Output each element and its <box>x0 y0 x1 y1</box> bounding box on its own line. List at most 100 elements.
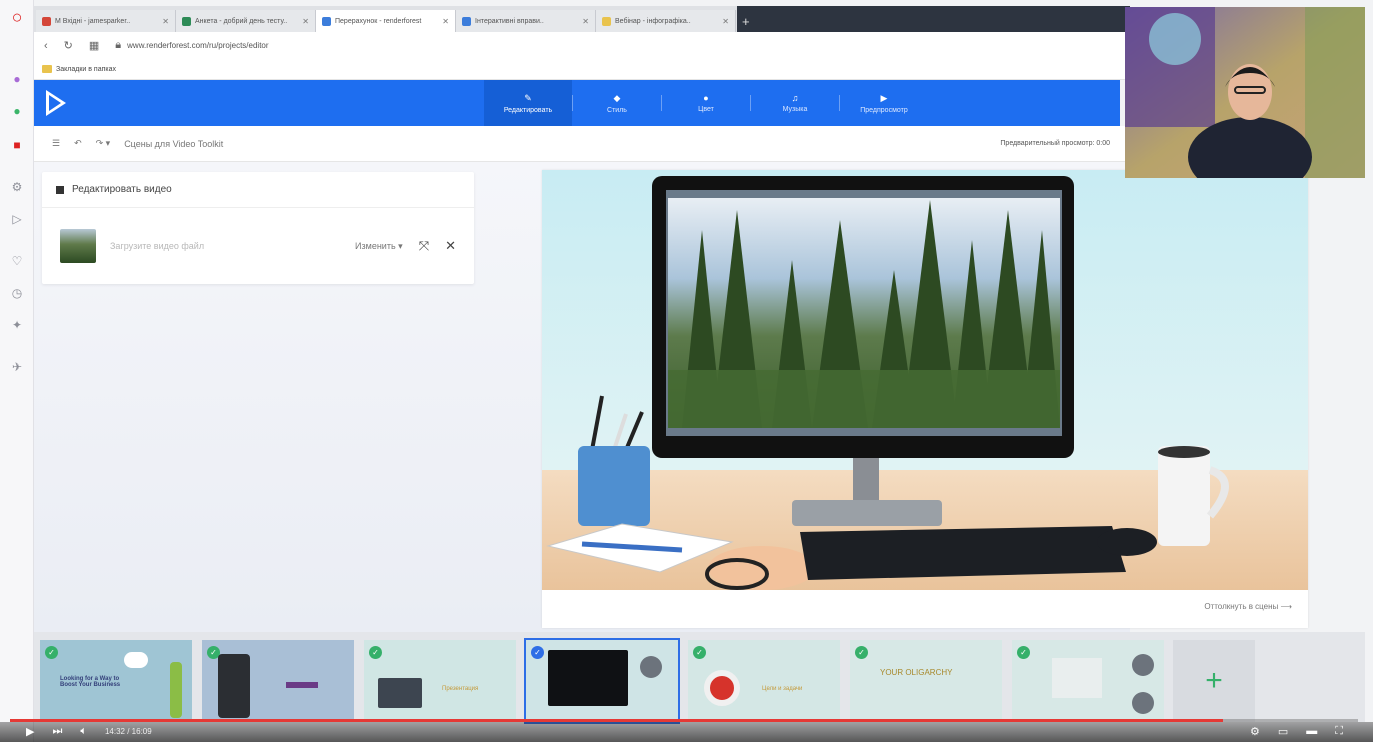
miniplayer-icon[interactable]: ▭ <box>1278 725 1288 738</box>
close-icon[interactable]: ✕ <box>445 238 456 254</box>
mug-coffee <box>1158 446 1210 458</box>
play-icon[interactable]: ▶ <box>26 725 34 738</box>
step-color[interactable]: ● Цвет <box>662 80 750 126</box>
menu-icon[interactable]: ☰ <box>52 138 60 149</box>
gmail-icon <box>42 16 51 26</box>
scene-preview: Оттолкнуть в сцены <box>542 170 1308 628</box>
step-label: Предпросмотр <box>860 106 908 114</box>
settings-icon[interactable]: ⚙ <box>1250 725 1260 738</box>
pencil-icon: ✎ <box>524 92 532 103</box>
next-icon[interactable]: ⏭ <box>52 725 62 738</box>
download-icon[interactable] <box>1132 692 1154 714</box>
add-scene-button[interactable]: + <box>1173 640 1255 722</box>
filename-field[interactable]: Загрузите видео файл <box>110 241 204 251</box>
whatsapp-icon[interactable]: ● <box>8 102 26 120</box>
messenger-icon[interactable]: ● <box>8 70 26 88</box>
settings-icon[interactable]: ⚙ <box>8 178 26 196</box>
pencil-cup <box>578 446 650 526</box>
webcam-overlay <box>1125 7 1365 178</box>
bookmark-icon[interactable]: ■ <box>8 136 26 154</box>
crop-icon[interactable]: ⤧ <box>419 238 429 254</box>
heart-icon[interactable]: ♡ <box>8 252 26 270</box>
change-dropdown[interactable]: Изменить <box>355 241 403 252</box>
undo-icon[interactable]: ↶ <box>74 138 82 149</box>
step-label: Музыка <box>782 106 808 113</box>
step-preview[interactable]: ▶ Предпросмотр <box>840 80 928 126</box>
sheet-icon <box>182 16 191 26</box>
video-thumbnail[interactable] <box>60 229 96 263</box>
browser-side-dock: ○ ● ● ■ ⚙ ▷ ♡ ◷ ✦ ✈ <box>0 0 34 742</box>
slide-text: Презентация <box>442 686 479 692</box>
tab-1[interactable]: Анкета - добрий день тесту.. ✕ <box>176 10 316 32</box>
check-icon: ✓ <box>855 646 868 659</box>
close-icon[interactable]: ✕ <box>439 17 449 26</box>
close-icon[interactable]: ✕ <box>299 17 309 26</box>
style-icon: ◆ <box>613 92 621 103</box>
back-icon[interactable]: ‹ <box>44 40 48 52</box>
grid-icon[interactable]: ▦ <box>89 39 99 52</box>
monitor-base <box>792 500 942 526</box>
theater-icon[interactable]: ▬ <box>1306 725 1317 738</box>
browser-logo-icon[interactable]: ○ <box>8 7 26 27</box>
reload-icon[interactable]: ↻ <box>64 39 73 52</box>
close-icon[interactable]: ✕ <box>719 17 729 26</box>
fullscreen-icon[interactable]: ⛶ <box>1335 725 1343 738</box>
site-icon <box>322 16 331 26</box>
bookmark-folder[interactable]: Закладки в папках <box>56 66 116 73</box>
tab-label: Інтерактивні вправи.. <box>475 17 544 25</box>
edit-icon[interactable] <box>640 656 662 678</box>
tab-4[interactable]: Вебінар - інфографіка.. ✕ <box>596 10 736 32</box>
preview-caption[interactable]: Оттолкнуть в сцены <box>1204 602 1292 611</box>
bookmarks-bar: Закладки в папках <box>34 59 1130 80</box>
tab-0[interactable]: M Вхідні - jamesparker.. ✕ <box>36 10 176 32</box>
check-icon: ✓ <box>45 646 58 659</box>
url-field[interactable]: www.renderforest.com/ru/projects/editor <box>127 41 268 50</box>
lock-icon: 🔒︎ <box>115 39 122 51</box>
slide-3[interactable]: ✓ <box>524 638 680 724</box>
preview-hint: Предварительный просмотр: 0:00 <box>1000 140 1110 147</box>
slide-2[interactable]: ✓ Презентация <box>364 640 516 722</box>
tab-bar: M Вхідні - jamesparker.. ✕ Анкета - добри… <box>34 6 1130 32</box>
slide-6[interactable]: ✓ <box>1012 640 1164 722</box>
clock-icon[interactable]: ◷ <box>8 284 26 302</box>
slide-4[interactable]: ✓ Цели и задачи <box>688 640 840 722</box>
close-icon[interactable]: ✕ <box>159 17 169 26</box>
step-label: Стиль <box>607 106 627 114</box>
video-row: Загрузите видео файл Изменить ⤧ ✕ <box>60 228 456 264</box>
slide-1[interactable]: ✓ <box>202 640 354 722</box>
slide-5[interactable]: ✓ YOUR OLIGARCHY <box>850 640 1002 722</box>
step-music[interactable]: ♫ Музыка <box>751 80 839 126</box>
check-icon: ✓ <box>531 646 544 659</box>
foliage <box>668 370 1060 428</box>
screen: ○ ● ● ■ ⚙ ▷ ♡ ◷ ✦ ✈ M Вхідні - jamespark… <box>0 0 1373 742</box>
close-icon[interactable]: ✕ <box>579 17 589 26</box>
check-icon: ✓ <box>369 646 382 659</box>
plants <box>1305 7 1365 178</box>
tab-2[interactable]: Перерахунок - renderforest ✕ <box>316 10 456 32</box>
play-icon[interactable]: ▷ <box>8 210 26 228</box>
volume-icon[interactable]: 🔈︎ <box>80 725 87 738</box>
address-bar: ‹ ↻ ▦ 🔒︎ www.renderforest.com/ru/project… <box>34 32 1130 59</box>
keyboard <box>800 526 1126 580</box>
mouse <box>1097 528 1157 556</box>
slide-card <box>1052 658 1102 698</box>
tab-label: Вебінар - інфографіка.. <box>615 17 691 25</box>
redo-icon[interactable]: ↷ ▾ <box>96 138 111 149</box>
slide-0[interactable]: ✓ Looking for a Way to Boost Your Busine… <box>40 640 192 722</box>
project-name[interactable]: Сцены для Video Toolkit <box>124 139 223 149</box>
renderforest-logo-icon[interactable] <box>46 90 66 116</box>
tab-3[interactable]: Інтерактивні вправи.. ✕ <box>456 10 596 32</box>
new-tab-button[interactable]: + <box>742 12 750 32</box>
slide-text: YOUR OLIGARCHY <box>880 668 953 677</box>
step-edit[interactable]: ✎ Редактировать <box>484 80 572 126</box>
poster-globe <box>1149 13 1201 65</box>
tab-label: Анкета - добрий день тесту.. <box>195 17 288 25</box>
folder-icon <box>42 65 52 73</box>
extensions-icon[interactable]: ✦ <box>8 316 26 334</box>
preview-footer: Оттолкнуть в сцены <box>542 590 1308 628</box>
music-icon: ♫ <box>791 93 799 103</box>
edit-icon[interactable] <box>1132 654 1154 676</box>
step-style[interactable]: ◆ Стиль <box>573 80 661 126</box>
send-icon[interactable]: ✈ <box>8 358 26 376</box>
color-icon: ● <box>703 93 709 103</box>
